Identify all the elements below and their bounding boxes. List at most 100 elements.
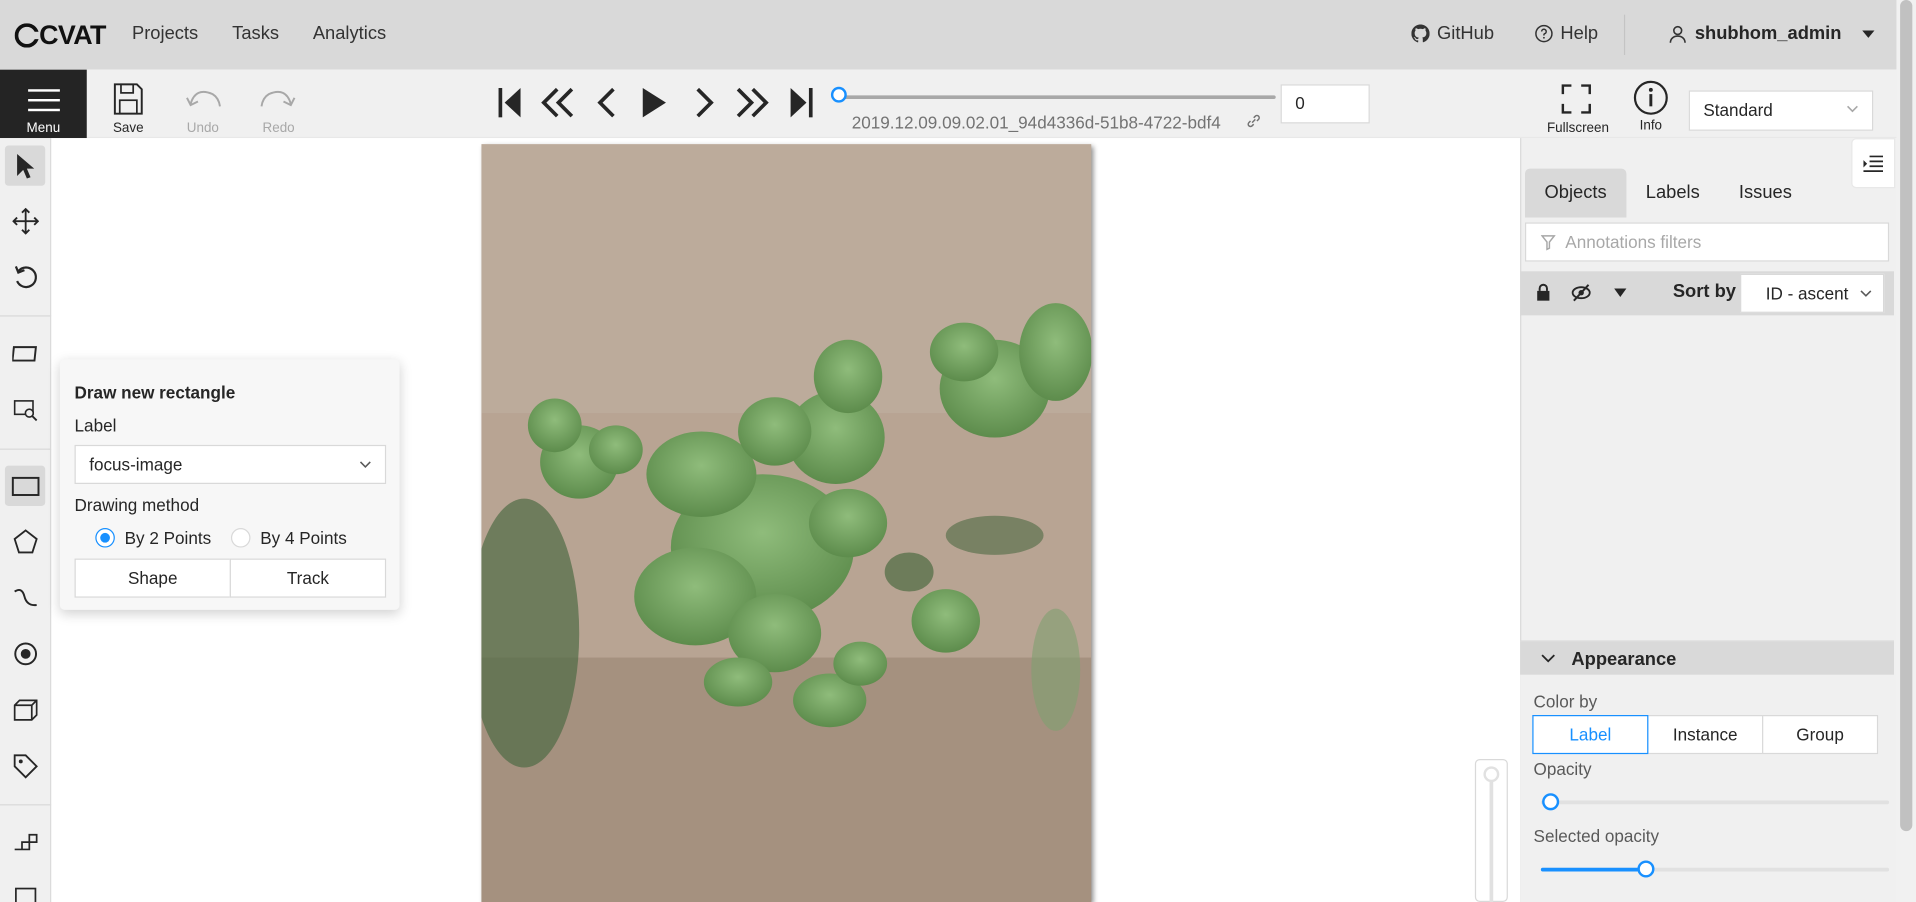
color-by-segmented: Label Instance Group <box>1532 714 1879 755</box>
polygon-icon <box>12 528 38 553</box>
lock-icon[interactable] <box>1535 283 1552 302</box>
zoom-region-tool[interactable] <box>5 389 45 429</box>
previous-frame-button[interactable] <box>591 84 623 121</box>
selected-opacity-fill <box>1540 867 1646 872</box>
group-tool[interactable] <box>5 878 45 902</box>
radio-dot <box>230 527 251 548</box>
user-icon <box>1669 25 1686 43</box>
vertical-slider-knob[interactable] <box>1483 766 1500 783</box>
eye-invisible-icon[interactable] <box>1571 284 1591 302</box>
save-button[interactable]: Save <box>101 82 155 136</box>
draw-cuboid-tool[interactable] <box>5 689 45 729</box>
move-tool[interactable] <box>5 200 45 240</box>
scrollbar-thumb[interactable] <box>1900 0 1913 832</box>
caret-down-icon[interactable] <box>1613 287 1628 299</box>
tab-objects[interactable]: Objects <box>1524 168 1627 218</box>
menu-button[interactable]: Menu <box>0 69 87 139</box>
menu-unfold-icon <box>1863 154 1884 172</box>
user-name: shubhom_admin <box>1694 23 1842 44</box>
nav-analytics[interactable]: Analytics <box>313 23 386 44</box>
save-icon <box>113 83 143 115</box>
frame-number-input[interactable]: 0 <box>1280 84 1370 124</box>
controls-sidebar <box>0 138 52 902</box>
chevron-down-icon <box>359 461 371 469</box>
play-button[interactable] <box>638 84 670 121</box>
github-link[interactable]: GitHub <box>1411 23 1494 44</box>
double-chevron-left-icon <box>541 87 574 118</box>
back-step-button[interactable] <box>539 84 578 121</box>
help-link[interactable]: Help <box>1535 23 1598 44</box>
next-frame-button[interactable] <box>688 84 720 121</box>
shape-button[interactable]: Shape <box>74 558 231 598</box>
drawing-method-title: Drawing method <box>74 494 200 515</box>
merge-icon <box>14 833 37 850</box>
caret-down-icon <box>1862 29 1875 38</box>
radio-by-4-points-label: By 4 Points <box>260 527 347 548</box>
opacity-slider-knob[interactable] <box>1542 793 1560 811</box>
color-by-group-option[interactable]: Group <box>1762 714 1879 755</box>
setup-tag-tool[interactable] <box>5 746 45 786</box>
workspace-value: Standard <box>1703 100 1773 120</box>
label-title: Label <box>74 415 117 436</box>
undo-label: Undo <box>186 120 219 136</box>
forward-step-button[interactable] <box>732 84 771 121</box>
cursor-tool[interactable] <box>4 145 46 186</box>
fullscreen-button[interactable]: Fullscreen <box>1547 82 1609 136</box>
chevron-down-icon <box>1860 290 1872 297</box>
color-by-label: Color by <box>1533 691 1598 712</box>
frame-image[interactable] <box>481 144 1092 902</box>
last-frame-icon <box>790 87 813 118</box>
vertical-slider[interactable] <box>1474 758 1508 902</box>
filter-placeholder: Annotations filters <box>1565 232 1702 252</box>
cvat-logo[interactable]: CVAT <box>14 20 106 52</box>
draw-rectangle-popover: Draw new rectangle Label focus-image Dra… <box>59 359 400 610</box>
tab-labels[interactable]: Labels <box>1626 169 1719 218</box>
appearance-title: Appearance <box>1571 648 1677 670</box>
info-button[interactable]: Info <box>1630 80 1672 133</box>
tab-issues[interactable]: Issues <box>1719 169 1811 218</box>
help-label: Help <box>1560 23 1599 44</box>
filter-icon <box>1540 235 1556 251</box>
first-frame-icon <box>498 87 521 118</box>
label-select[interactable]: focus-image <box>74 444 387 484</box>
zoom-region-icon <box>13 399 37 421</box>
user-menu[interactable]: shubhom_admin <box>1668 23 1876 44</box>
annotations-filter-input[interactable]: Annotations filters <box>1524 222 1890 262</box>
radio-by-4-points[interactable]: By 4 Points <box>230 527 347 548</box>
sidebar-collapse-button[interactable] <box>1851 138 1896 189</box>
track-button[interactable]: Track <box>229 558 387 598</box>
sort-select[interactable]: ID - ascent <box>1740 273 1885 313</box>
link-icon[interactable] <box>1245 112 1262 129</box>
draw-rectangle-tool[interactable] <box>4 465 46 506</box>
draw-points-tool[interactable] <box>5 633 45 673</box>
last-frame-button[interactable] <box>786 84 818 121</box>
redo-icon <box>260 90 296 107</box>
selected-opacity-knob[interactable] <box>1637 860 1655 878</box>
workspace-select[interactable]: Standard <box>1688 90 1874 131</box>
fit-image-tool[interactable] <box>5 332 45 372</box>
draw-polygon-tool[interactable] <box>5 521 45 561</box>
appearance-header[interactable]: Appearance <box>1520 641 1895 675</box>
github-label: GitHub <box>1437 23 1495 44</box>
popover-title: Draw new rectangle <box>74 382 236 403</box>
label-value: focus-image <box>89 454 183 475</box>
redo-button[interactable]: Redo <box>252 82 306 136</box>
rotate-tool[interactable] <box>5 257 45 297</box>
color-by-instance-option[interactable]: Instance <box>1647 714 1764 755</box>
frame-filename: 2019.12.09.09.02.01_94d4336d-51b8-4722-b… <box>851 112 1221 132</box>
radio-by-2-points[interactable]: By 2 Points <box>95 527 211 548</box>
color-by-label-option[interactable]: Label <box>1532 714 1649 755</box>
draw-polyline-tool[interactable] <box>5 577 45 617</box>
header-divider <box>1623 14 1626 55</box>
page-scrollbar[interactable] <box>1896 0 1916 902</box>
cvat-logo-icon <box>14 23 40 48</box>
nav-projects[interactable]: Projects <box>132 23 198 44</box>
frame-slider-handle[interactable] <box>830 86 847 103</box>
merge-tool[interactable] <box>5 821 45 861</box>
redo-label: Redo <box>262 120 295 136</box>
undo-button[interactable]: Undo <box>176 82 230 136</box>
nav-tasks[interactable]: Tasks <box>232 23 279 44</box>
opacity-slider[interactable] <box>1540 800 1890 805</box>
first-frame-button[interactable] <box>494 84 526 121</box>
frame-slider[interactable] <box>838 95 1276 99</box>
